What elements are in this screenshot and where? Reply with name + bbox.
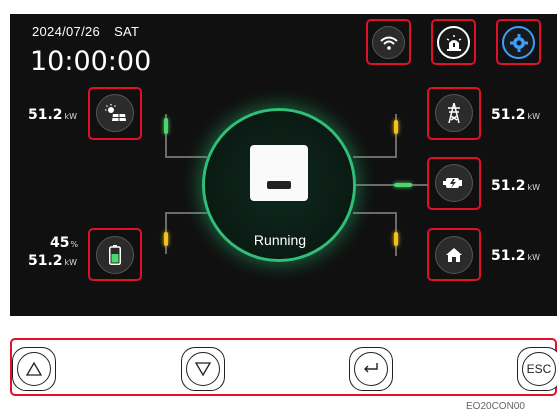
date-text: 2024/07/26 <box>32 24 101 39</box>
load-power-value: 51.2 kW <box>491 248 541 264</box>
weekday-text: SAT <box>114 24 140 39</box>
load-button[interactable] <box>427 228 481 281</box>
battery-icon <box>96 236 134 274</box>
pv-power-value: 51.2 kW <box>28 107 78 123</box>
generator-icon <box>435 164 473 202</box>
settings-button[interactable] <box>496 19 541 65</box>
battery-wire-horizontal <box>165 212 207 214</box>
home-icon <box>435 236 473 274</box>
grid-tower-icon <box>435 94 473 132</box>
pv-flow-indicator <box>164 118 168 134</box>
clock-time: 10:00:00 <box>30 46 152 77</box>
down-arrow-icon <box>186 352 220 386</box>
battery-power-value: 51.2 kW <box>28 253 78 269</box>
system-status-text: Running <box>253 232 307 248</box>
esc-button[interactable]: ESC <box>517 347 557 391</box>
inverter-display-icon <box>267 181 291 189</box>
hardware-button-bar: ESC <box>10 338 557 396</box>
wifi-button[interactable] <box>366 19 411 65</box>
grid-wire-horizontal <box>353 156 395 158</box>
pv-wire-horizontal <box>165 156 207 158</box>
device-screen: 2024/07/26 SAT 10:00:00 51.2 kW 45% 51.2 kW <box>10 14 557 316</box>
generator-flow-indicator <box>394 183 412 187</box>
date-display: 2024/07/26 SAT <box>32 24 139 39</box>
enter-return-icon <box>354 352 388 386</box>
grid-flow-indicator <box>394 120 398 134</box>
generator-power-value: 51.2 kW <box>491 178 541 194</box>
battery-flow-indicator <box>164 232 168 246</box>
pv-button[interactable] <box>88 87 142 140</box>
up-arrow-icon <box>17 352 51 386</box>
figure-code: EO20CON00 <box>466 401 525 412</box>
up-button[interactable] <box>12 347 56 391</box>
load-wire-horizontal <box>353 212 395 214</box>
grid-button[interactable] <box>427 87 481 140</box>
load-flow-indicator <box>394 232 398 246</box>
pv-sun-panel-icon <box>96 94 134 132</box>
alarm-icon <box>437 26 470 59</box>
enter-button[interactable] <box>349 347 393 391</box>
wifi-icon <box>372 26 405 59</box>
settings-gear-icon <box>502 26 535 59</box>
alarm-button[interactable] <box>431 19 476 65</box>
generator-button[interactable] <box>427 157 481 210</box>
esc-label-circle: ESC <box>522 352 556 386</box>
grid-power-value: 51.2 kW <box>491 107 541 123</box>
battery-soc-value: 45% <box>50 235 79 251</box>
battery-button[interactable] <box>88 228 142 281</box>
down-button[interactable] <box>181 347 225 391</box>
inverter-icon <box>250 145 308 201</box>
generator-wire <box>353 184 428 186</box>
esc-label: ESC <box>526 362 552 376</box>
